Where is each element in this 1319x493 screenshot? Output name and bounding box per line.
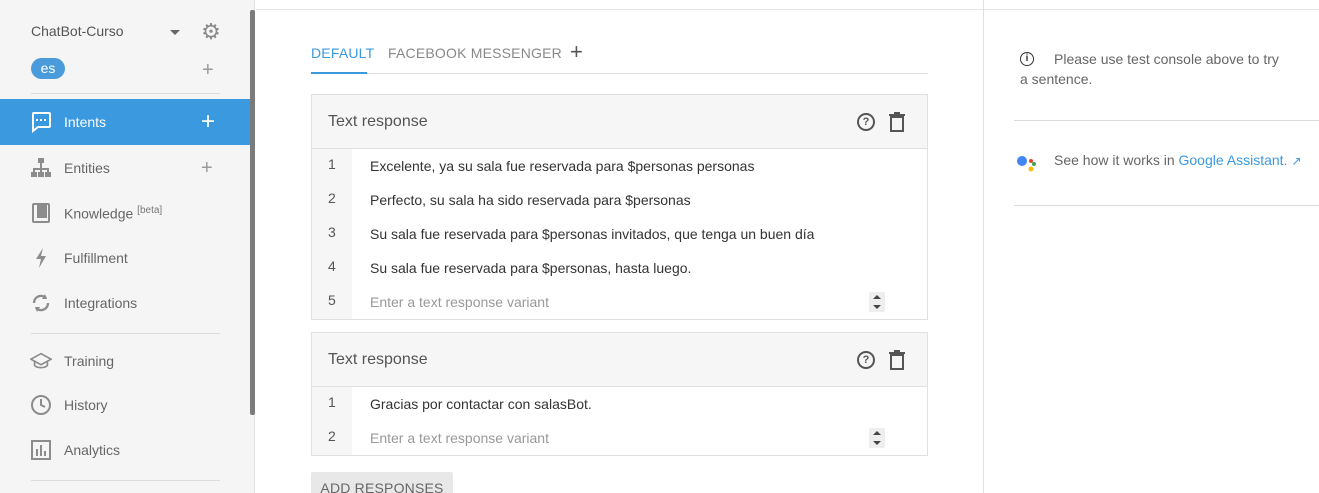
add-entity-icon[interactable]: + [201,157,213,180]
divider [1014,120,1319,121]
info-message: Please use test console above to try a s… [1020,51,1279,87]
add-intent-icon[interactable]: + [201,108,215,136]
sidebar-scrollbar[interactable] [250,10,255,415]
sidebar-item-intents[interactable]: Intents + [0,99,250,145]
response-input[interactable]: Enter a text response variant [370,430,549,446]
response-row[interactable]: 1 Excelente, ya su sala fue reservada pa… [312,149,927,183]
book-icon [30,202,52,224]
gear-icon[interactable]: ⚙ [199,20,223,44]
help-icon[interactable]: ? [857,351,875,369]
agent-dropdown-icon[interactable] [170,30,180,35]
card-header: Text response ? [312,333,927,387]
text-response-card: Text response ? 1 Excelente, ya su sala … [311,94,928,320]
dialogflow-console: ChatBot-Curso ⚙ es + Intents + Entities … [0,0,1319,493]
google-assistant-link[interactable]: Google Assistant. [1179,152,1288,168]
sidebar-item-label: Analytics [64,442,121,458]
row-number: 1 [328,394,336,410]
response-text[interactable]: Perfecto, su sala ha sido reservada para… [370,192,691,208]
beta-badge: [beta] [137,204,163,216]
sidebar-item-integrations[interactable]: Integrations [0,282,250,324]
graduation-cap-icon [30,350,52,372]
test-console-panel: i Please use test console above to try a… [983,0,1319,493]
tab-default[interactable]: DEFAULT [311,45,374,61]
response-row[interactable]: 4 Su sala fue reservada para $personas, … [312,251,927,285]
hierarchy-icon [30,157,52,179]
add-responses-button[interactable]: ADD RESPONSES [311,472,453,493]
google-assistant-icon [1016,153,1038,173]
sidebar-item-analytics[interactable]: Analytics [0,429,250,471]
sidebar-item-entities[interactable]: Entities + [0,147,250,189]
sidebar-item-history[interactable]: History [0,384,250,426]
response-text[interactable]: Su sala fue reservada para $personas inv… [370,226,814,242]
divider [31,333,220,334]
sync-icon [30,292,52,314]
row-number: 5 [328,292,336,308]
help-icon[interactable]: ? [857,113,875,131]
card-header: Text response ? [312,95,927,149]
sidebar-item-label: Training [64,353,115,369]
response-input-row[interactable]: 2 Enter a text response variant [312,421,927,455]
active-tab-indicator [311,72,367,74]
text-response-card: Text response ? 1 Gracias por contactar … [311,332,928,456]
trash-icon[interactable] [889,350,905,370]
resize-stepper[interactable] [869,428,885,448]
row-number: 1 [328,156,336,172]
card-title: Text response [328,351,428,368]
sidebar-item-knowledge[interactable]: Knowledge [beta] [0,192,250,234]
divider [1014,205,1319,206]
clock-icon [30,394,52,416]
add-language-icon[interactable]: + [202,59,214,81]
response-row[interactable]: 1 Gracias por contactar con salasBot. [312,387,927,421]
sidebar: ChatBot-Curso ⚙ es + Intents + Entities … [0,0,255,493]
sidebar-item-label: Fulfillment [64,250,128,266]
sidebar-item-fulfillment[interactable]: Fulfillment [0,237,250,279]
row-number: 4 [328,258,336,274]
response-input[interactable]: Enter a text response variant [370,294,549,310]
response-text[interactable]: Su sala fue reservada para $personas, ha… [370,260,691,276]
response-input-row[interactable]: 5 Enter a text response variant [312,285,927,319]
divider [31,480,220,481]
divider [31,93,220,94]
agent-name[interactable]: ChatBot-Curso [31,23,124,39]
response-row[interactable]: 2 Perfecto, su sala ha sido reservada pa… [312,183,927,217]
response-text[interactable]: Gracias por contactar con salasBot. [370,396,592,412]
sidebar-item-label: History [64,397,108,413]
tab-facebook-messenger[interactable]: FACEBOOK MESSENGER [388,45,562,61]
sidebar-item-label: Entities [64,160,110,176]
response-tabs: DEFAULT FACEBOOK MESSENGER + [311,34,928,74]
language-badge[interactable]: es [31,58,65,79]
sidebar-item-label: Knowledge [beta] [64,204,163,222]
chat-bubble-icon [30,111,52,133]
row-number: 2 [328,428,336,444]
trash-icon[interactable] [889,112,905,132]
lightning-icon [30,247,52,269]
card-title: Text response [328,113,428,130]
add-platform-button[interactable]: + [570,39,583,65]
divider [256,9,983,10]
response-row[interactable]: 3 Su sala fue reservada para $personas i… [312,217,927,251]
divider [984,9,1319,10]
sidebar-item-label: Integrations [64,295,138,311]
external-link-icon[interactable]: ↗ [1291,154,1301,168]
google-assistant-note: See how it works in Google Assistant. ↗ [1054,152,1302,168]
row-number: 3 [328,224,336,240]
sidebar-item-training[interactable]: Training [0,340,250,382]
bar-chart-icon [30,439,52,461]
resize-stepper[interactable] [869,292,885,312]
row-number: 2 [328,190,336,206]
response-text[interactable]: Excelente, ya su sala fue reservada para… [370,158,754,174]
sidebar-item-label: Intents [64,114,107,130]
